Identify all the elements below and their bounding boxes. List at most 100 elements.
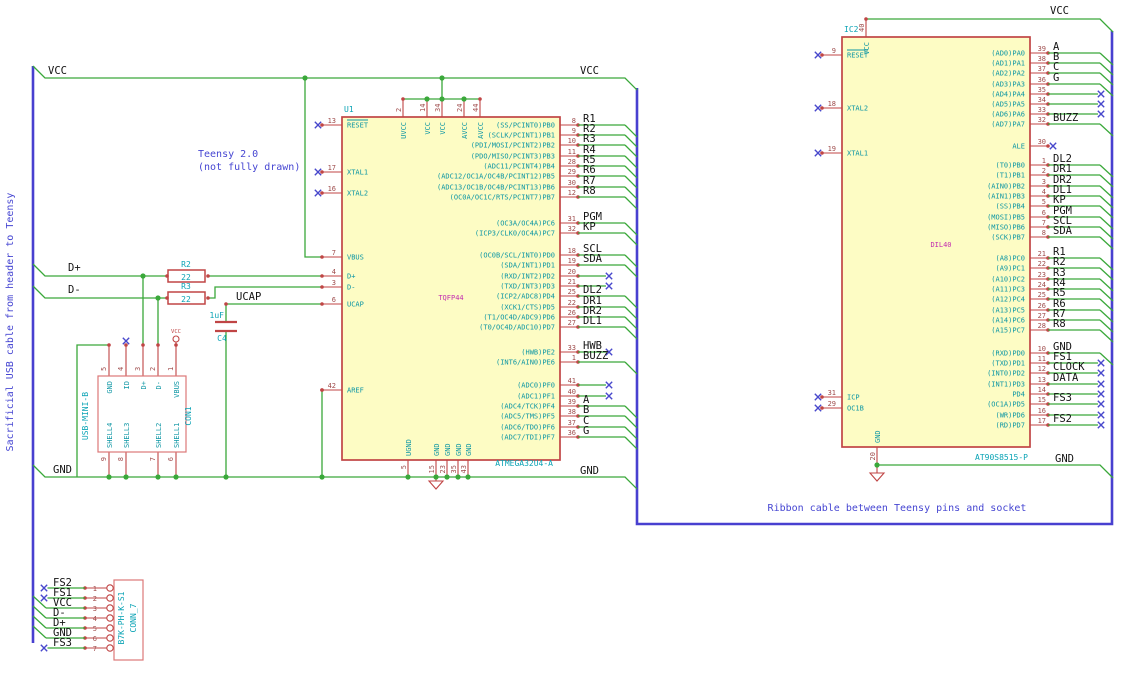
pin-number: 40: [858, 24, 866, 32]
pin-name: (AIN1)PB3: [987, 193, 1025, 201]
net-label[interactable]: FS3: [1053, 392, 1072, 404]
net-label[interactable]: G: [583, 425, 589, 437]
pin-number: 7: [1042, 219, 1046, 227]
pin-name: UVCC: [400, 122, 408, 139]
bus-entry[interactable]: [624, 405, 638, 419]
net-label-ucap[interactable]: UCAP: [236, 291, 261, 303]
pin-number: 30: [1038, 138, 1046, 146]
net-label-vcc[interactable]: VCC: [1050, 5, 1069, 17]
junction-dot: [405, 474, 411, 480]
pin-number: 2: [395, 108, 403, 112]
pin-number: 7: [149, 457, 157, 461]
pin-number: 40: [568, 388, 576, 396]
schematic-sheet: VCC VCC GND GND D+ D- UCAP VCC GND U1 TQ…: [5, 5, 1114, 661]
bus-entry[interactable]: [624, 196, 638, 210]
pin-name: (MISO)PB6: [987, 224, 1025, 232]
pin-end-dot: [320, 255, 324, 259]
net-label-vcc[interactable]: VCC: [48, 65, 67, 77]
net-label[interactable]: FS3: [53, 637, 72, 649]
pin-number: 4: [117, 367, 125, 371]
pin-name: (TXD)PD1: [991, 360, 1025, 368]
bus-entry[interactable]: [624, 186, 638, 200]
pin-end-dot: [864, 17, 868, 21]
net-label[interactable]: G: [1053, 72, 1059, 84]
pin-number: 6: [167, 457, 175, 461]
bus-entry[interactable]: [32, 615, 47, 629]
bus-entry[interactable]: [624, 436, 638, 450]
pin-name: (OC0A/OC1C/RTS/PCINT7)PB7: [450, 194, 555, 202]
junction-dot: [319, 474, 325, 480]
pin-number: 29: [828, 400, 836, 408]
net-label[interactable]: DL1: [583, 315, 602, 327]
bus-entry[interactable]: [624, 155, 638, 169]
pin-name: (ADC1)PF1: [517, 393, 555, 401]
bus-entry[interactable]: [624, 254, 638, 268]
pin-number: 41: [568, 377, 576, 385]
pin-end-dot: [320, 274, 324, 278]
bus-entry[interactable]: [624, 222, 638, 236]
net-label[interactable]: KP: [583, 221, 596, 233]
bus-entry[interactable]: [624, 124, 638, 138]
pin-name: VBUS: [173, 381, 181, 398]
pin-number: 43: [460, 465, 468, 473]
bus-entry[interactable]: [624, 426, 638, 440]
u1-value: TQFP44: [438, 294, 463, 302]
net-label[interactable]: SDA: [1053, 225, 1073, 237]
pin-number: 38: [1038, 55, 1046, 63]
pin-name: (MOSI)PB5: [987, 214, 1025, 222]
schematic-canvas: VCC VCC GND GND D+ D- UCAP VCC GND U1 TQ…: [0, 0, 1131, 690]
pin-end-dot: [124, 343, 128, 347]
bus-entry[interactable]: [624, 165, 638, 179]
pin-name: XTAL1: [347, 169, 368, 177]
pin-number: 1: [167, 367, 175, 371]
bus-entry[interactable]: [624, 134, 638, 148]
net-label[interactable]: BUZZ: [1053, 112, 1078, 124]
gnd-symbol-icon: [427, 472, 886, 490]
pin-number: 29: [568, 168, 576, 176]
c4-value: 1uF: [210, 311, 225, 320]
pin-name: (INT0)PD2: [987, 370, 1025, 378]
net-label[interactable]: R8: [583, 185, 596, 197]
pin-number: 17: [1038, 417, 1046, 425]
ic2-value: DIL40: [930, 241, 951, 249]
bus-entry[interactable]: [624, 232, 638, 246]
bus-entry[interactable]: [624, 175, 638, 189]
net-label-gnd[interactable]: GND: [1055, 453, 1074, 465]
pin-name: D+: [347, 273, 355, 281]
capacitor-c4-plates[interactable]: [215, 320, 237, 333]
bus-entry[interactable]: [624, 316, 638, 330]
pin-name: SHELL3: [123, 423, 131, 448]
pin-name: (AD0)PA0: [991, 50, 1025, 58]
connector-pin-circle: [106, 604, 114, 612]
pin-number: 14: [1038, 386, 1046, 394]
net-label[interactable]: SDA: [583, 253, 603, 265]
pin-number: 6: [1042, 209, 1046, 217]
net-label-vcc[interactable]: VCC: [580, 65, 599, 77]
net-label-dplus[interactable]: D+: [68, 262, 81, 274]
bus-entry[interactable]: [624, 326, 638, 340]
net-label[interactable]: FS2: [1053, 413, 1072, 425]
annotation-usb-cable: Sacrificial USB cable from header to Tee…: [5, 193, 16, 452]
bus-entry[interactable]: [624, 306, 638, 320]
pin-name: (SCLK/PCINT1)PB1: [488, 132, 555, 140]
bus-entry[interactable]: [624, 264, 638, 278]
net-label-gnd[interactable]: GND: [53, 464, 72, 476]
net-label[interactable]: DATA: [1053, 372, 1079, 384]
net-label[interactable]: BUZZ: [583, 350, 608, 362]
net-label-dminus[interactable]: D-: [68, 284, 81, 296]
pin-name: SHELL2: [155, 423, 163, 448]
net-label-gnd[interactable]: GND: [580, 465, 599, 477]
bus-entry[interactable]: [32, 625, 47, 639]
pin-number: 35: [1038, 86, 1046, 94]
net-label[interactable]: R8: [1053, 318, 1066, 330]
pin-name: (OC1A)PD5: [987, 401, 1025, 409]
junction-dot: [155, 295, 161, 301]
bus-entry[interactable]: [624, 361, 638, 375]
junction-dot: [140, 273, 146, 279]
bus-entry[interactable]: [624, 144, 638, 158]
pin-number: 15: [428, 465, 436, 473]
bus-entry[interactable]: [624, 295, 638, 309]
bus-entry[interactable]: [624, 415, 638, 429]
bus-entry[interactable]: [32, 605, 47, 619]
pin-name: (A11)PC3: [991, 286, 1025, 294]
